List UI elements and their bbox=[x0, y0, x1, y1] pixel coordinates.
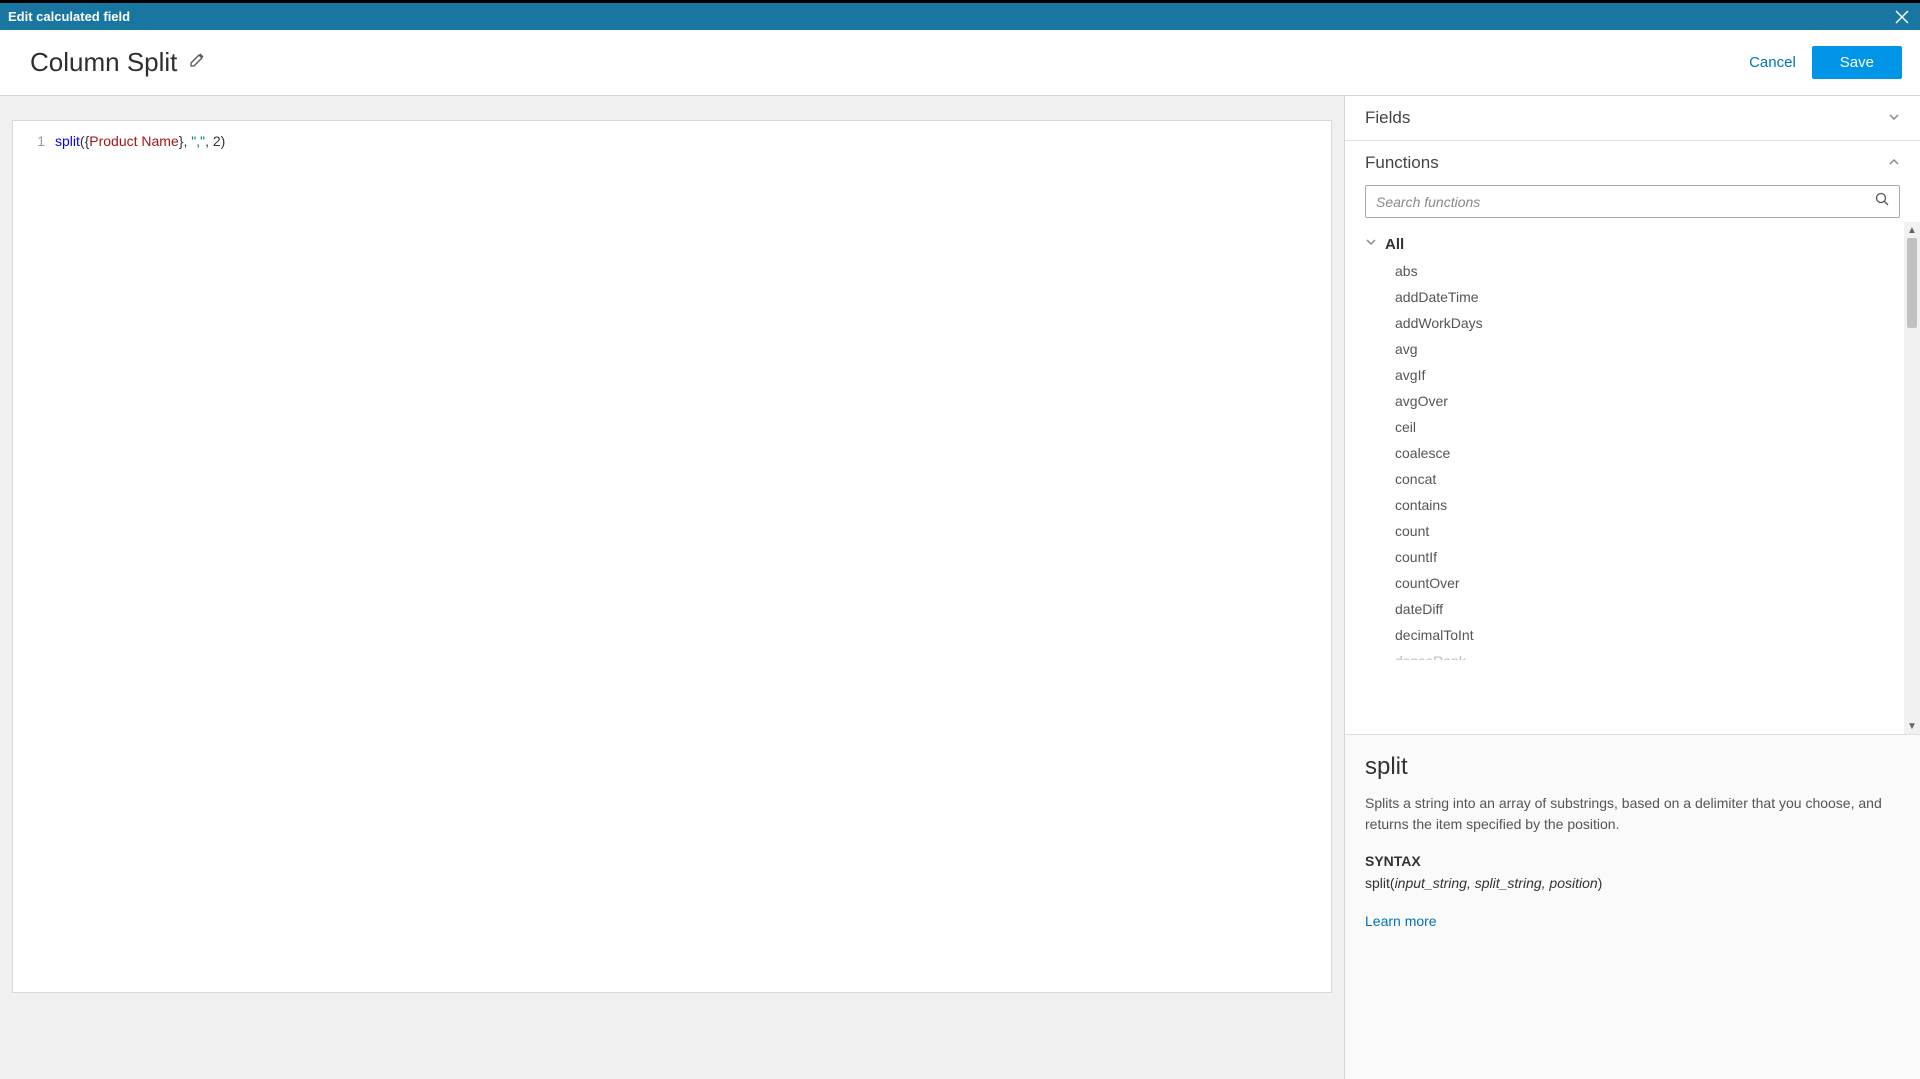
edit-name-icon[interactable] bbox=[189, 52, 205, 73]
functions-section-header[interactable]: Functions bbox=[1345, 141, 1920, 185]
main-area: 1 split({Product Name}, ",", 2) Fields F… bbox=[0, 96, 1920, 1079]
syntax-params: input_string, split_string, position bbox=[1395, 875, 1598, 891]
function-list-container: All abs addDateTime addWorkDays avg avgI… bbox=[1345, 222, 1920, 734]
header-bar: Column Split Cancel Save bbox=[0, 30, 1920, 96]
chevron-down-icon bbox=[1365, 235, 1379, 253]
function-item[interactable]: decimalToInt bbox=[1365, 622, 1900, 648]
function-item[interactable]: countIf bbox=[1365, 544, 1900, 570]
function-item[interactable]: avgOver bbox=[1365, 388, 1900, 414]
function-item[interactable]: ceil bbox=[1365, 414, 1900, 440]
token-comma: , bbox=[205, 133, 213, 149]
function-item[interactable]: addWorkDays bbox=[1365, 310, 1900, 336]
function-item[interactable]: dateDiff bbox=[1365, 596, 1900, 622]
function-item[interactable]: coalesce bbox=[1365, 440, 1900, 466]
learn-more-link[interactable]: Learn more bbox=[1365, 913, 1900, 929]
search-wrap bbox=[1345, 185, 1920, 222]
title-bar-text: Edit calculated field bbox=[8, 9, 130, 24]
token-field: Product Name bbox=[89, 133, 178, 149]
function-item[interactable]: denseRank bbox=[1365, 648, 1900, 660]
code-editor[interactable]: 1 split({Product Name}, ",", 2) bbox=[12, 120, 1332, 993]
function-item[interactable]: avg bbox=[1365, 336, 1900, 362]
doc-title: split bbox=[1365, 753, 1900, 781]
search-box[interactable] bbox=[1365, 185, 1900, 218]
code-content[interactable]: split({Product Name}, ",", 2) bbox=[55, 133, 225, 149]
function-group-label: All bbox=[1385, 236, 1404, 253]
editor-line: 1 split({Product Name}, ",", 2) bbox=[13, 133, 1331, 149]
function-item[interactable]: countOver bbox=[1365, 570, 1900, 596]
scrollbar-up-icon[interactable]: ▲ bbox=[1904, 222, 1920, 238]
scrollbar-thumb[interactable] bbox=[1907, 238, 1917, 328]
doc-description: Splits a string into an array of substri… bbox=[1365, 793, 1900, 835]
doc-syntax: split(input_string, split_string, positi… bbox=[1365, 875, 1900, 893]
doc-syntax-label: SYNTAX bbox=[1365, 853, 1900, 869]
search-icon[interactable] bbox=[1875, 192, 1889, 211]
syntax-close: ) bbox=[1598, 875, 1603, 891]
function-item[interactable]: concat bbox=[1365, 466, 1900, 492]
save-button[interactable]: Save bbox=[1812, 46, 1902, 79]
function-item[interactable]: addDateTime bbox=[1365, 284, 1900, 310]
token-number: 2 bbox=[213, 133, 221, 149]
chevron-up-icon bbox=[1888, 153, 1900, 173]
header-left: Column Split bbox=[30, 47, 205, 78]
search-input[interactable] bbox=[1376, 194, 1875, 210]
function-list[interactable]: All abs addDateTime addWorkDays avg avgI… bbox=[1345, 222, 1920, 720]
fields-section-header[interactable]: Fields bbox=[1345, 96, 1920, 141]
line-number: 1 bbox=[25, 133, 45, 149]
function-item[interactable]: abs bbox=[1365, 258, 1900, 284]
function-item[interactable]: avgIf bbox=[1365, 362, 1900, 388]
cancel-button[interactable]: Cancel bbox=[1749, 54, 1796, 71]
editor-pane: 1 split({Product Name}, ",", 2) bbox=[0, 96, 1344, 1079]
scrollbar-track[interactable]: ▲ ▼ bbox=[1904, 222, 1920, 734]
function-group-all[interactable]: All bbox=[1365, 230, 1900, 258]
chevron-down-icon bbox=[1888, 108, 1900, 128]
close-icon[interactable] bbox=[1892, 7, 1912, 27]
field-name-display: Column Split bbox=[30, 47, 177, 78]
side-panel: Fields Functions bbox=[1344, 96, 1920, 1079]
functions-label: Functions bbox=[1365, 153, 1439, 173]
scrollbar-down-icon[interactable]: ▼ bbox=[1904, 718, 1920, 734]
documentation-panel: split Splits a string into an array of s… bbox=[1345, 734, 1920, 1079]
header-right: Cancel Save bbox=[1749, 46, 1902, 79]
syntax-fn: split( bbox=[1365, 875, 1395, 891]
fields-label: Fields bbox=[1365, 108, 1410, 128]
token-paren: ) bbox=[221, 133, 226, 149]
function-item[interactable]: contains bbox=[1365, 492, 1900, 518]
title-bar: Edit calculated field bbox=[0, 3, 1920, 30]
token-function: split bbox=[55, 133, 80, 149]
function-item[interactable]: count bbox=[1365, 518, 1900, 544]
